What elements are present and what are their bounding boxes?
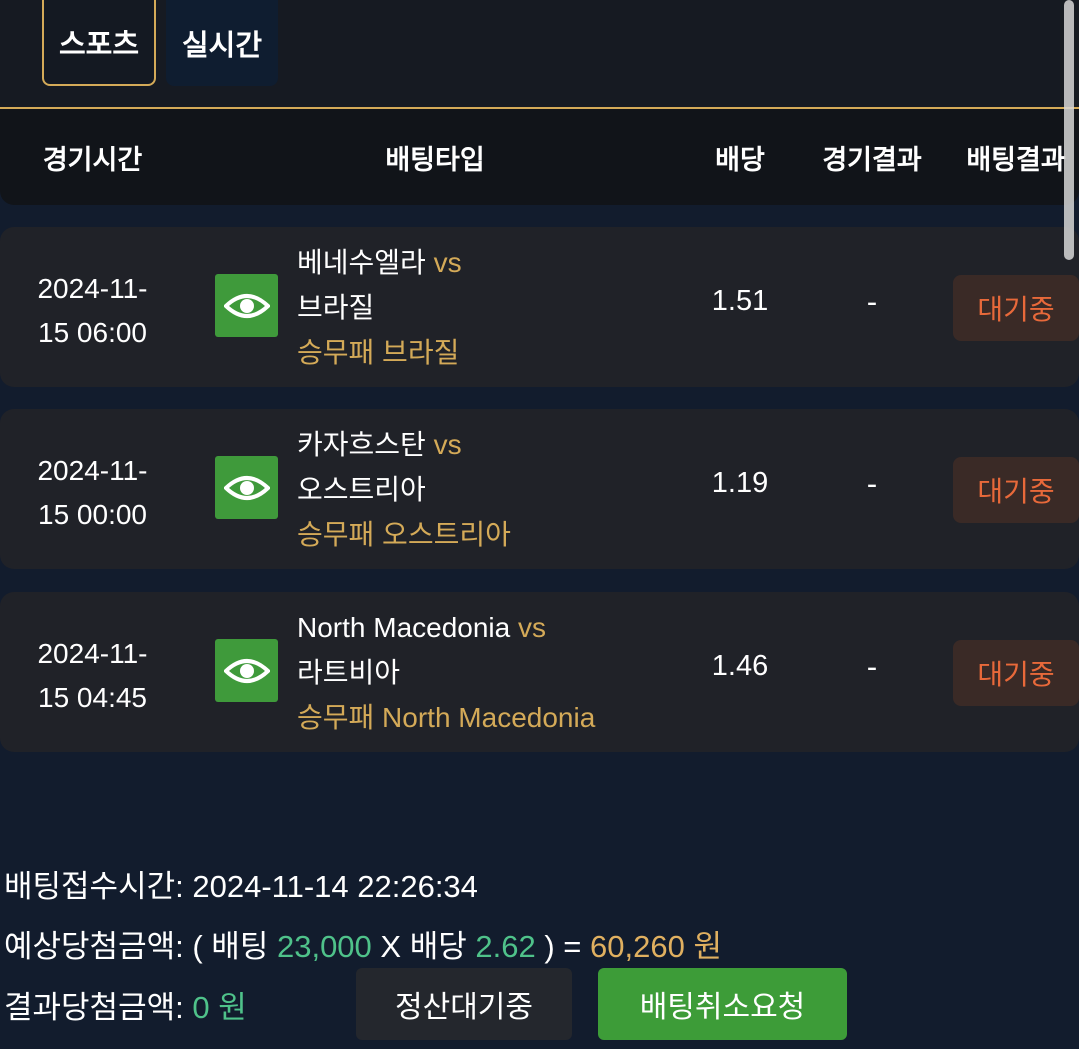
result-amount: 0 원: [192, 990, 247, 1025]
away-team: 오스트리아: [297, 474, 426, 505]
tab-live[interactable]: 실시간: [166, 0, 278, 86]
header-bet-result: 배팅결과: [966, 144, 1066, 176]
status-badge: 대기중: [953, 275, 1079, 341]
match-date: 2024-11-: [37, 273, 148, 304]
home-team: North Macedonia: [297, 612, 511, 643]
equals-sign: ) =: [544, 929, 582, 964]
away-team: 라트비아: [297, 657, 401, 688]
row-odds: 1.19: [711, 467, 769, 499]
match-hour: 15 06:00: [38, 317, 147, 348]
expected-label: 예상당첨금액:: [4, 929, 184, 964]
match-info: 베네수엘라 vs 브라질 승무패 브라질: [297, 240, 462, 375]
table-row: 2024-11- 15 06:00 베네수엘라 vs 브라질 승무패 브라질 1…: [0, 227, 1079, 387]
home-team: 카자흐스탄: [297, 429, 426, 460]
match-time: 2024-11- 15 04:45: [20, 632, 165, 720]
bet-pick: 승무패 오스트리아: [297, 519, 511, 550]
table-row: 2024-11- 15 04:45 North Macedonia vs 라트비…: [0, 592, 1079, 752]
row-game-result: -: [866, 467, 878, 501]
match-hour: 15 04:45: [38, 682, 147, 713]
vs-label: vs: [518, 612, 547, 643]
expected-payout-line: 예상당첨금액: ( 배팅 23,000 X 배당 2.62 ) = 60,260…: [4, 921, 722, 966]
header-bet-type: 배팅타입: [385, 144, 485, 176]
bet-pick: 승무패 브라질: [297, 337, 460, 368]
stake-amount: 23,000: [276, 929, 372, 964]
table-header: 경기시간 배팅타입 배당 경기결과 배팅결과: [0, 109, 1079, 205]
eye-icon[interactable]: [215, 274, 278, 337]
row-odds: 1.51: [711, 285, 769, 317]
bet-time-value: 2024-11-14 22:26:34: [192, 869, 478, 904]
row-odds: 1.46: [711, 650, 769, 682]
match-info: North Macedonia vs 라트비아 승무패 North Macedo…: [297, 605, 595, 740]
match-time: 2024-11- 15 00:00: [20, 449, 165, 537]
header-time: 경기시간: [42, 144, 143, 176]
away-team: 브라질: [297, 292, 375, 323]
result-payout-line: 결과당첨금액: 0 원: [4, 982, 247, 1027]
status-badge: 대기중: [953, 457, 1079, 523]
home-team: 베네수엘라: [297, 247, 426, 278]
row-game-result: -: [866, 285, 878, 319]
odds-prefix: X 배당: [380, 929, 467, 964]
bet-time-line: 배팅접수시간: 2024-11-14 22:26:34: [4, 861, 478, 906]
expected-amount: 60,260 원: [590, 929, 722, 964]
bet-time-label: 배팅접수시간:: [4, 869, 184, 904]
cancel-bet-button[interactable]: 배팅취소요청: [598, 968, 847, 1040]
vs-label: vs: [433, 247, 462, 278]
result-label: 결과당첨금액:: [4, 990, 184, 1025]
match-date: 2024-11-: [37, 638, 148, 669]
header-odds: 배당: [715, 144, 765, 176]
eye-icon[interactable]: [215, 639, 278, 702]
header-game-result: 경기결과: [822, 144, 922, 176]
match-date: 2024-11-: [37, 455, 148, 486]
row-game-result: -: [866, 650, 878, 684]
bet-detail-page: 스포츠 실시간 경기시간 배팅타입 배당 경기결과 배팅결과 2024-11- …: [0, 0, 1079, 1049]
vs-label: vs: [433, 429, 462, 460]
bet-pick: 승무패 North Macedonia: [297, 702, 596, 733]
status-badge: 대기중: [953, 640, 1079, 706]
stake-prefix: ( 배팅: [192, 929, 269, 964]
match-info: 카자흐스탄 vs 오스트리아 승무패 오스트리아: [297, 422, 511, 557]
tab-sports[interactable]: 스포츠: [42, 0, 156, 86]
tab-bar: 스포츠 실시간: [0, 0, 1079, 109]
eye-icon[interactable]: [215, 456, 278, 519]
scrollbar[interactable]: [1064, 0, 1074, 260]
table-row: 2024-11- 15 00:00 카자흐스탄 vs 오스트리아 승무패 오스트…: [0, 409, 1079, 569]
match-hour: 15 00:00: [38, 499, 147, 530]
total-odds: 2.62: [475, 929, 536, 964]
match-time: 2024-11- 15 06:00: [20, 267, 165, 355]
settle-wait-button[interactable]: 정산대기중: [356, 968, 572, 1040]
